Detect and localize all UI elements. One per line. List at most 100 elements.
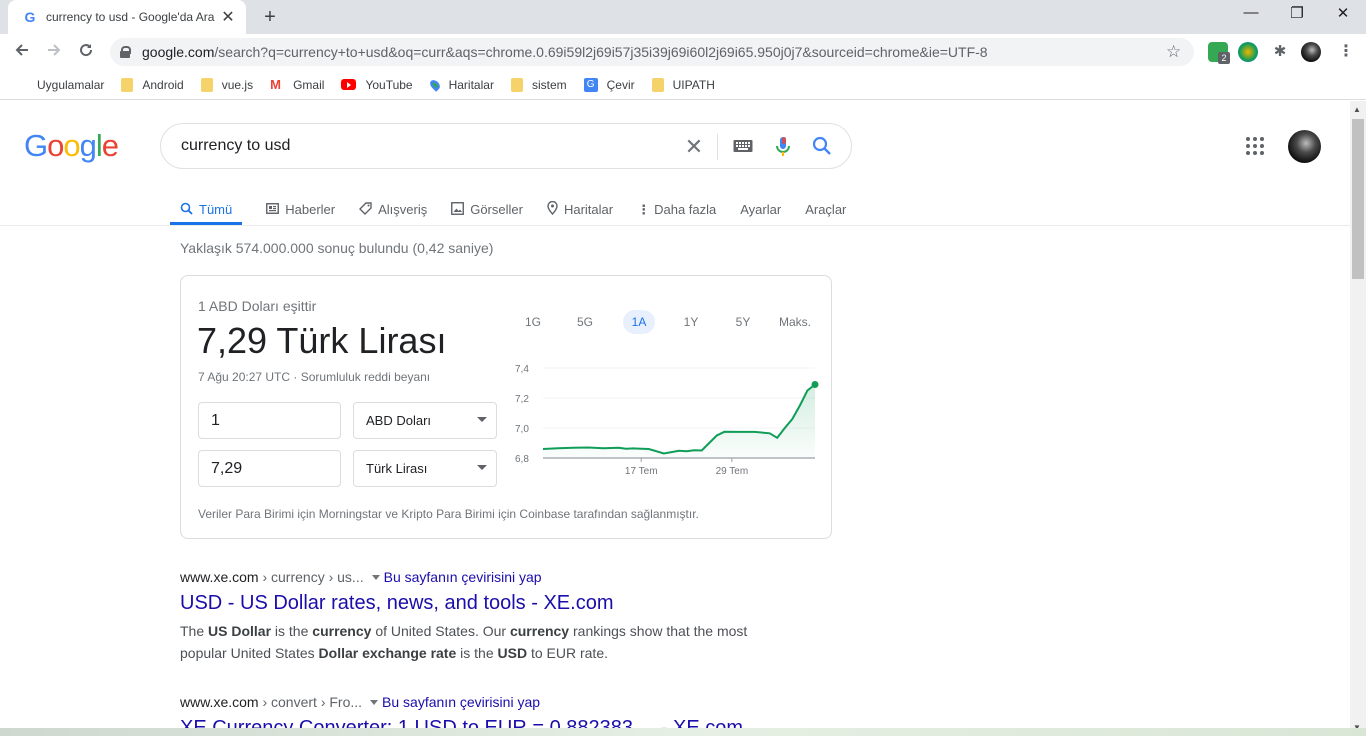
range-1m[interactable]: 1A: [623, 310, 655, 334]
search-divider: [717, 134, 718, 160]
bookmark-label: UIPATH: [672, 77, 715, 92]
from-currency-select[interactable]: ABD Doları: [353, 402, 497, 439]
result-path: › currency › us...: [258, 569, 364, 585]
result-url[interactable]: www.xe.com › currency › us... Bu sayfanın…: [180, 569, 760, 585]
bookmark-cevir[interactable]: G Çevir: [583, 77, 635, 92]
range-1y[interactable]: 1Y: [677, 310, 705, 334]
image-icon: [451, 201, 465, 218]
tab-strip: G currency to usd - Google'da Ara ✕ + — …: [0, 0, 1366, 34]
back-button[interactable]: [10, 40, 34, 64]
x-tick-label: 17 Tem: [625, 466, 658, 477]
browser-tab-active[interactable]: G currency to usd - Google'da Ara ✕: [8, 0, 246, 34]
page-scrollbar[interactable]: ▲ ▼: [1350, 101, 1366, 736]
chart-last-point: [811, 381, 819, 388]
minimize-button[interactable]: —: [1228, 4, 1274, 21]
dropdown-arrow-icon[interactable]: [371, 574, 380, 580]
tab-more[interactable]: ⋮ Daha fazla: [637, 185, 716, 225]
result-snippet: The US Dollar is the currency of United …: [180, 623, 748, 661]
y-tick-label: 7,4: [515, 364, 529, 375]
address-bar[interactable]: google.com/search?q=currency+to+usd&oq=c…: [110, 38, 1194, 66]
search-results-page: Google currency to usd ✕ Tümü Haberler A…: [0, 101, 1350, 736]
window-close-button[interactable]: ✕: [1320, 4, 1366, 22]
bookmark-vuejs[interactable]: vue.js: [200, 77, 254, 92]
bookmark-label: YouTube: [365, 77, 413, 92]
tab-news[interactable]: Haberler: [266, 185, 335, 225]
reload-button[interactable]: [74, 40, 98, 64]
tab-maps[interactable]: Haritalar: [547, 185, 613, 225]
y-tick-label: 7,0: [515, 424, 529, 435]
new-tab-button[interactable]: +: [258, 6, 282, 29]
range-max[interactable]: Maks.: [775, 310, 815, 334]
from-currency-value: ABD Doları: [366, 413, 432, 428]
search-icon[interactable]: [811, 136, 833, 158]
range-1d[interactable]: 1G: [519, 310, 547, 334]
bookmark-gmail[interactable]: M Gmail: [270, 76, 324, 92]
scrollbar-thumb[interactable]: [1352, 119, 1364, 279]
google-logo[interactable]: Google: [24, 128, 119, 164]
url-text: google.com/search?q=currency+to+usd&oq=c…: [142, 44, 988, 60]
data-source-note: Veriler Para Birimi için Morningstar ve …: [198, 507, 699, 521]
tab-images[interactable]: Görseller: [451, 185, 523, 225]
keyboard-icon[interactable]: [732, 136, 754, 158]
clear-search-icon[interactable]: ✕: [683, 136, 705, 158]
restore-button[interactable]: ❐: [1274, 4, 1320, 22]
bookmark-label: vue.js: [221, 77, 254, 92]
translate-link[interactable]: Bu sayfanın çevirisini yap: [384, 569, 542, 585]
tab-label: Ayarlar: [740, 202, 782, 217]
map-pin-icon: [547, 200, 558, 218]
result-title-link[interactable]: USD - US Dollar rates, news, and tools -…: [180, 592, 760, 615]
to-amount-input[interactable]: 7,29: [198, 450, 341, 487]
tab-label: Daha fazla: [654, 202, 717, 217]
desktop-strip: [0, 728, 1366, 736]
result-path: › convert › Fro...: [258, 694, 363, 710]
result-stats: Yaklaşık 574.000.000 sonuç bulundu (0,42…: [180, 240, 494, 256]
tab-all[interactable]: Tümü: [170, 185, 243, 225]
search-result: www.xe.com › currency › us... Bu sayfanın…: [180, 569, 760, 664]
bookmark-label: Android: [142, 77, 184, 92]
extension-badge: 2: [1218, 52, 1230, 64]
bookmark-apps[interactable]: Uygulamalar: [14, 78, 104, 92]
range-5d[interactable]: 5G: [571, 310, 599, 334]
range-5y[interactable]: 5Y: [729, 310, 757, 334]
news-icon: [266, 202, 280, 217]
extension-shield-icon[interactable]: 2: [1208, 42, 1230, 64]
gmail-icon: M: [270, 76, 281, 92]
forward-button[interactable]: [42, 40, 66, 64]
tag-icon: [359, 201, 372, 218]
converter-equals-label: 1 ABD Doları eşittir: [198, 298, 317, 314]
dropdown-arrow-icon[interactable]: [370, 699, 379, 705]
bookmark-android[interactable]: Android: [121, 77, 184, 92]
tabs-divider: [0, 225, 1350, 226]
account-avatar[interactable]: [1288, 130, 1321, 163]
folder-icon: [200, 77, 213, 92]
chart-range-selector: 1G 5G 1A 1Y 5Y Maks.: [511, 310, 821, 334]
google-apps-icon[interactable]: [1246, 137, 1264, 155]
to-currency-select[interactable]: Türk Lirası: [353, 450, 497, 487]
bookmark-youtube[interactable]: YouTube: [341, 77, 413, 92]
tab-tools[interactable]: Araçlar: [805, 185, 846, 225]
exchange-rate-chart[interactable]: 7,4 7,2 7,0 6,8 17 Tem 29 Tem: [513, 360, 819, 484]
tab-settings[interactable]: Ayarlar: [740, 185, 781, 225]
tab-shopping[interactable]: Alışveriş: [359, 185, 427, 225]
microphone-icon[interactable]: [772, 136, 794, 158]
back-arrow-icon: [15, 44, 28, 56]
scroll-up-icon[interactable]: ▲: [1353, 105, 1361, 114]
bookmark-uipath[interactable]: UIPATH: [651, 77, 715, 92]
bookmark-label: Haritalar: [448, 77, 494, 92]
to-currency-value: Türk Lirası: [366, 461, 428, 476]
tab-close-icon[interactable]: ✕: [220, 7, 236, 27]
from-amount-input[interactable]: 1: [198, 402, 341, 439]
extension-globe-icon[interactable]: [1238, 42, 1258, 62]
profile-avatar[interactable]: [1301, 42, 1321, 62]
extensions-puzzle-icon[interactable]: ✱: [1270, 42, 1290, 62]
search-box[interactable]: currency to usd ✕: [160, 123, 852, 169]
bookmark-star-icon[interactable]: ☆: [1166, 42, 1181, 62]
result-url[interactable]: www.xe.com › convert › Fro... Bu sayfanın…: [180, 694, 743, 710]
translate-link[interactable]: Bu sayfanın çevirisini yap: [382, 694, 540, 710]
bookmark-label: sistem: [531, 77, 567, 92]
dropdown-arrow-icon: [477, 417, 487, 422]
bookmark-sistem[interactable]: sistem: [510, 77, 567, 92]
converter-timestamp: 7 Ağu 20:27 UTC · Sorumluluk reddi beyan…: [198, 370, 431, 384]
browser-menu-icon[interactable]: ⋮: [1336, 42, 1356, 62]
bookmark-haritalar[interactable]: Haritalar: [427, 77, 494, 92]
